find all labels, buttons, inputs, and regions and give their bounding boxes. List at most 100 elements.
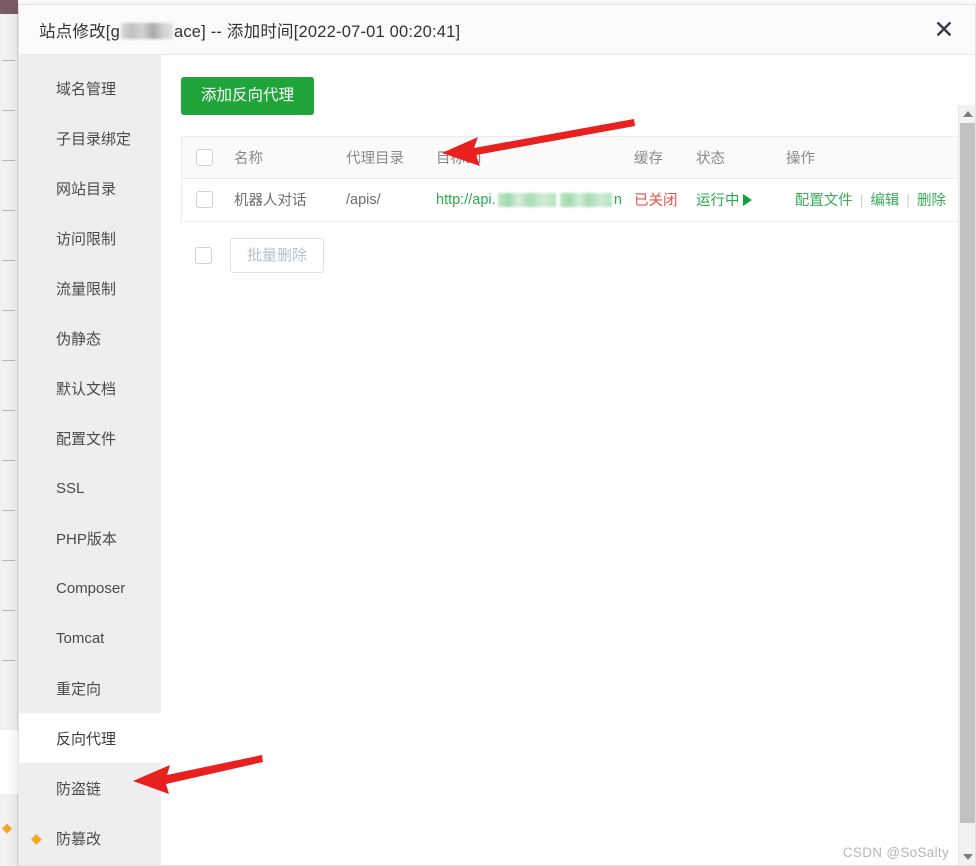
sidebar-item-traffic-limit[interactable]: 流量限制	[19, 263, 161, 313]
sidebar-item-reverse-proxy[interactable]: 反向代理	[19, 713, 161, 763]
play-icon	[742, 193, 752, 206]
scrollbar-thumb[interactable]	[960, 123, 975, 823]
sidebar-item-tomcat[interactable]: Tomcat	[19, 613, 161, 663]
sidebar-item-php-version[interactable]: PHP版本	[19, 513, 161, 563]
reverse-proxy-panel: 添加反向代理 名称 代理目录 目标url 缓存 状态 操作 机器人对话 /api…	[161, 55, 975, 865]
background-line	[2, 260, 15, 261]
cell-proxy-dir: /apis/	[346, 191, 381, 208]
table-footer-actions: 批量删除	[181, 237, 955, 273]
target-url-prefix: http://api.	[436, 191, 496, 208]
config-file-link[interactable]: 配置文件	[795, 193, 853, 209]
close-icon[interactable]: ✕	[927, 13, 961, 47]
background-line	[2, 510, 15, 511]
cache-status-badge[interactable]: 已关闭	[634, 193, 678, 209]
vertical-scrollbar[interactable]	[958, 105, 975, 865]
target-url-link[interactable]: http://api. n	[436, 192, 622, 208]
dialog-titlebar: 站点修改[g ace] -- 添加时间[2022-07-01 00:20:41] …	[19, 5, 975, 55]
column-header-operations: 操作	[780, 136, 960, 179]
redacted-site-name	[120, 22, 173, 39]
column-header-cache: 缓存	[628, 136, 690, 179]
background-line	[2, 110, 15, 111]
sidebar-item-ssl[interactable]: SSL	[19, 463, 161, 513]
scroll-down-button[interactable]	[959, 848, 975, 865]
watermark: CSDN @SoSalty	[842, 845, 949, 860]
settings-sidebar: 域名管理 子目录绑定 网站目录 访问限制 流量限制 伪静态 默认文档 配置文件 …	[19, 55, 161, 865]
column-header-name: 名称	[228, 136, 340, 179]
sidebar-item-label: SSL	[56, 479, 85, 497]
proxy-table-panel: 名称 代理目录 目标url 缓存 状态 操作 机器人对话 /apis/ http…	[181, 135, 961, 222]
chevron-down-icon	[962, 853, 973, 860]
background-page: ◆	[0, 0, 18, 866]
row-checkbox[interactable]	[196, 191, 213, 209]
sidebar-item-label: Composer	[56, 579, 126, 597]
sidebar-item-default-document[interactable]: 默认文档	[19, 363, 161, 413]
site-edit-dialog: 站点修改[g ace] -- 添加时间[2022-07-01 00:20:41] …	[18, 4, 976, 866]
redacted-url-part-1	[497, 192, 556, 207]
table-header-row: 名称 代理目录 目标url 缓存 状态 操作	[182, 136, 960, 179]
column-header-proxy-dir: 代理目录	[340, 136, 430, 179]
background-active-row	[0, 730, 18, 794]
dialog-title-suffix: ace] -- 添加时间[2022-07-01 00:20:41]	[173, 22, 461, 41]
row-select-cell	[182, 179, 228, 221]
background-line	[2, 410, 15, 411]
sidebar-item-label: 流量限制	[56, 280, 117, 298]
column-header-target-url: 目标url	[430, 136, 628, 179]
table-row: 机器人对话 /apis/ http://api. n 已关闭 运行中 配置文件 …	[182, 179, 960, 221]
proxy-table-body: 机器人对话 /apis/ http://api. n 已关闭 运行中 配置文件 …	[182, 179, 960, 221]
sidebar-item-label: 访问限制	[56, 230, 117, 248]
sidebar-item-label: Tomcat	[56, 629, 105, 647]
cell-cache: 已关闭	[628, 179, 690, 221]
column-header-status: 状态	[690, 136, 780, 179]
sidebar-item-label: 反向代理	[56, 730, 117, 748]
background-line	[2, 610, 15, 611]
chevron-up-icon	[962, 110, 973, 117]
background-line	[2, 560, 15, 561]
gem-icon: ◆	[31, 830, 42, 846]
cell-operations: 配置文件 | 编辑 | 删除	[780, 179, 960, 221]
sidebar-item-pseudo-static[interactable]: 伪静态	[19, 313, 161, 363]
sidebar-item-redirect[interactable]: 重定向	[19, 663, 161, 713]
sidebar-item-access-restriction[interactable]: 访问限制	[19, 213, 161, 263]
sidebar-item-label: 防盗链	[56, 780, 102, 798]
sidebar-item-anti-leech[interactable]: 防盗链	[19, 763, 161, 813]
cell-status: 运行中	[690, 179, 780, 221]
operation-separator: |	[906, 192, 910, 209]
cell-name: 机器人对话	[234, 193, 307, 210]
scroll-up-button[interactable]	[959, 105, 975, 122]
run-status-label: 运行中	[696, 193, 740, 210]
sidebar-item-label: 伪静态	[56, 330, 102, 348]
background-line	[2, 210, 15, 211]
add-reverse-proxy-button[interactable]: 添加反向代理	[181, 77, 315, 115]
select-all-checkbox[interactable]	[196, 148, 213, 166]
sidebar-item-config-file[interactable]: 配置文件	[19, 413, 161, 463]
proxy-table: 名称 代理目录 目标url 缓存 状态 操作 机器人对话 /apis/ http…	[182, 136, 960, 221]
operation-separator: |	[859, 192, 864, 209]
cell-target-url: http://api. n	[430, 179, 628, 221]
background-line	[2, 60, 15, 61]
select-all-header	[182, 136, 228, 179]
sidebar-item-website-directory[interactable]: 网站目录	[19, 163, 161, 213]
background-line	[2, 660, 15, 661]
run-status-badge[interactable]: 运行中	[696, 189, 752, 210]
background-line	[2, 460, 15, 461]
sidebar-item-anti-tamper[interactable]: ◆ 防篡改	[19, 813, 161, 863]
dialog-title: 站点修改[g ace] -- 添加时间[2022-07-01 00:20:41]	[39, 18, 460, 42]
sidebar-item-label: PHP版本	[56, 530, 117, 548]
sidebar-item-composer[interactable]: Composer	[19, 563, 161, 613]
batch-delete-button[interactable]: 批量删除	[230, 237, 325, 273]
sidebar-item-domain[interactable]: 域名管理	[19, 63, 161, 113]
target-url-suffix: n	[613, 191, 622, 208]
sidebar-item-subdirectory-binding[interactable]: 子目录绑定	[19, 113, 161, 163]
sidebar-item-label: 子目录绑定	[56, 130, 132, 148]
gem-icon: ◆	[2, 820, 12, 835]
sidebar-item-label: 网站目录	[56, 180, 117, 198]
background-titlebar	[0, 0, 18, 14]
dialog-title-prefix: 站点修改[g	[39, 22, 120, 41]
sidebar-item-label: 防篡改	[56, 830, 102, 848]
footer-select-all-checkbox[interactable]	[195, 246, 212, 264]
edit-link[interactable]: 编辑	[870, 193, 899, 209]
sidebar-item-label: 重定向	[56, 680, 102, 698]
background-line	[2, 160, 15, 161]
delete-link[interactable]: 删除	[917, 193, 946, 209]
redacted-url-part-2	[559, 192, 612, 207]
